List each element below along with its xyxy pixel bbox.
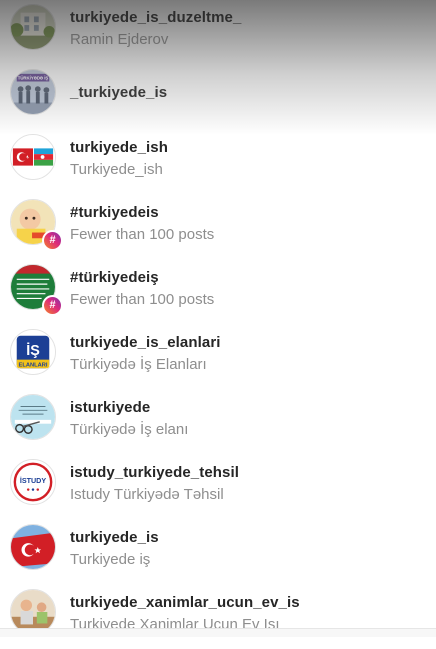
result-title: _turkiyede_is (70, 84, 168, 101)
istudy-logo-avatar: İSTUDY (10, 459, 56, 505)
result-subtitle: Istudy Türkiyədə Təhsil (70, 486, 224, 503)
hashtag-badge-icon: # (42, 230, 63, 251)
search-results-list: turkiyede_is_duzeltme_ Ramin Ejderov TÜR… (0, 0, 436, 636)
search-result-row[interactable]: # #türkiyedeiş Fewer than 100 posts (0, 260, 436, 324)
search-result-row[interactable]: İSTUDY istudy_turkiyede_tehsil Istudy Tü… (0, 455, 436, 519)
silhouettes-avatar: TÜRKİYƏDƏ İŞ (10, 69, 56, 115)
result-subtitle: Turkiyede_ish (70, 161, 163, 178)
turkish-flag-avatar (10, 524, 56, 570)
result-title: turkiyede_xanimlar_ucun_ev_is (70, 594, 300, 611)
result-subtitle: Türkiyədə İş elanı (70, 421, 189, 438)
result-title: isturkiyede (70, 399, 151, 416)
avatar-caption: TÜRKİYƏDƏ İŞ (18, 76, 49, 81)
search-result-row[interactable]: # #turkiyedeis Fewer than 100 posts (0, 195, 436, 259)
search-result-row[interactable]: turkiyede_xanimlar_ucun_ev_is Turkiyede … (0, 585, 436, 649)
result-title: istudy_turkiyede_tehsil (70, 464, 240, 481)
avatar-logo-text: İSTUDY (20, 476, 46, 485)
search-result-row[interactable]: TÜRKİYƏDƏ İŞ _turkiyede_is (0, 65, 436, 129)
building-photo-avatar (10, 4, 56, 50)
result-title: turkiyede_is (70, 529, 159, 546)
result-title: turkiyede_is_duzeltme_ (70, 9, 242, 26)
is-elanlari-logo-avatar: İŞ ELANLARI (10, 329, 56, 375)
search-result-row[interactable]: turkiyede_ish Turkiyede_ish (0, 130, 436, 194)
search-result-row[interactable]: İŞ ELANLARI turkiyede_is_elanlari Türkiy… (0, 325, 436, 389)
result-subtitle: Fewer than 100 posts (70, 226, 215, 243)
result-subtitle: Ramin Ejderov (70, 31, 169, 48)
result-title: #türkiyedeiş (70, 269, 159, 286)
result-title: turkiyede_ish (70, 139, 169, 156)
result-subtitle: Turkiyede iş (70, 551, 151, 568)
result-title: #turkiyedeis (70, 204, 159, 221)
result-subtitle: Fewer than 100 posts (70, 291, 215, 308)
search-result-row[interactable]: turkiyede_is_duzeltme_ Ramin Ejderov (0, 0, 436, 64)
flags-avatar (10, 134, 56, 180)
avatar-logo-text: İŞ (26, 342, 40, 359)
search-result-row[interactable]: turkiyede_is Turkiyede iş (0, 520, 436, 584)
hashtag-badge-icon: # (42, 295, 63, 316)
result-title: turkiyede_is_elanlari (70, 334, 221, 351)
scissors-avatar (10, 394, 56, 440)
result-subtitle: Türkiyədə İş Elanları (70, 356, 207, 373)
search-result-row[interactable]: isturkiyede Türkiyədə İş elanı (0, 390, 436, 454)
avatar-logo-subtext: ELANLARI (19, 362, 48, 368)
